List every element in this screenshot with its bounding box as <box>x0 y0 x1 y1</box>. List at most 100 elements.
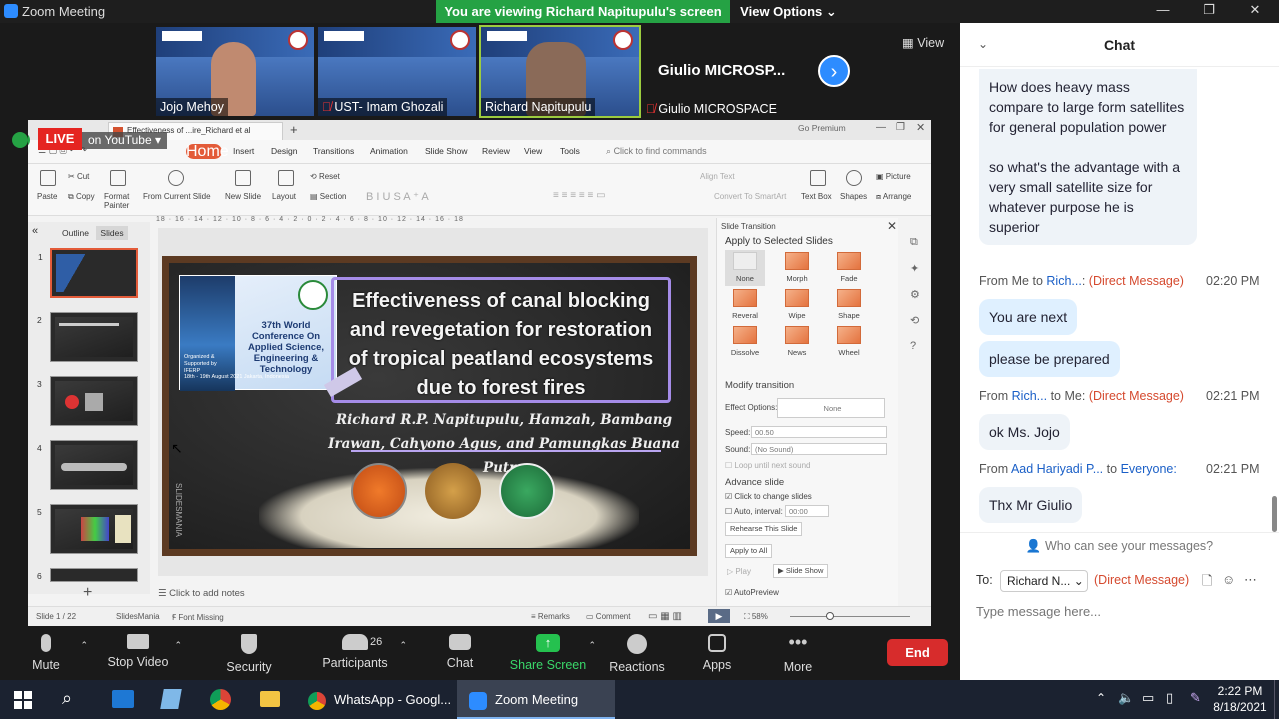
transition-wipe[interactable]: Wipe <box>777 287 817 323</box>
slide-show-button[interactable]: ▶ Slide Show <box>773 564 829 578</box>
reset-button[interactable]: ⟲ Reset <box>310 172 340 181</box>
live-on-youtube-button[interactable]: on YouTube ▾ <box>82 132 167 149</box>
tab-outline[interactable]: Outline <box>62 228 89 238</box>
current-slide[interactable]: 37th World Conference On Applied Science… <box>162 256 697 556</box>
section-button[interactable]: ▤ Section <box>310 192 346 201</box>
new-slide-icon[interactable] <box>235 170 251 186</box>
close-icon[interactable]: ✕ <box>1240 2 1270 20</box>
tab-view[interactable]: View <box>524 146 542 156</box>
end-meeting-button[interactable]: End <box>887 639 948 666</box>
text-box-icon[interactable] <box>810 170 826 186</box>
security-button[interactable]: Security <box>209 630 289 674</box>
zoom-slider-thumb[interactable] <box>826 612 834 620</box>
emoji-icon[interactable]: ☺ <box>1222 572 1235 587</box>
transition-morph[interactable]: Morph <box>777 250 817 286</box>
more-options-icon[interactable]: ⋯ <box>1244 572 1257 588</box>
arrange-button[interactable]: ⧈ Arrange <box>876 192 911 202</box>
rehearse-slide-button[interactable]: Rehearse This Slide <box>725 522 803 536</box>
apply-to-all-button[interactable]: Apply to All <box>725 544 773 558</box>
meta-sender[interactable]: Rich... <box>1046 274 1081 288</box>
click-change-checkbox[interactable]: ☑ Click to change slides <box>725 492 812 501</box>
tab-review[interactable]: Review <box>482 146 510 156</box>
minimize-icon[interactable]: — <box>876 122 886 133</box>
layout-icon[interactable] <box>278 170 294 186</box>
effect-options-select[interactable]: None <box>777 398 885 418</box>
transition-fade[interactable]: Fade <box>829 250 869 286</box>
chat-scrollbar[interactable] <box>1272 496 1277 532</box>
find-commands-search[interactable]: ⌕ Click to find commands <box>606 146 707 157</box>
battery-icon[interactable]: ▯ <box>1166 690 1173 706</box>
remarks-button[interactable]: ≡ Remarks <box>531 612 570 621</box>
tab-design[interactable]: Design <box>271 146 297 156</box>
reactions-button[interactable]: Reactions <box>597 630 677 674</box>
paragraph-buttons[interactable]: ≡ ≡ ≡ ≡ ≡ ▭ <box>553 190 606 201</box>
comment-button[interactable]: ▭ Comment <box>586 612 630 621</box>
auto-interval-input[interactable]: 00:00 <box>785 505 829 517</box>
meta-sender[interactable]: Rich... <box>1012 389 1047 403</box>
recipient-select[interactable]: Richard N... ⌄ <box>1000 570 1088 592</box>
pen-icon[interactable]: ✎ <box>1190 690 1201 706</box>
go-premium-button[interactable]: Go Premium <box>798 123 846 133</box>
chevron-up-icon[interactable]: ⌃ <box>80 640 88 651</box>
tab-slide-show[interactable]: Slide Show <box>425 146 468 156</box>
slide-thumbnail[interactable]: 3 <box>37 376 138 426</box>
apps-button[interactable]: Apps <box>677 630 757 672</box>
video-tile-richard[interactable]: Richard Napitupulu <box>479 25 641 118</box>
play-slideshow-icon[interactable]: ▶ <box>708 609 730 623</box>
new-tab-icon[interactable]: + <box>290 122 298 137</box>
meta-sender[interactable]: Aad Hariyadi P... <box>1011 462 1103 476</box>
zoom-slider[interactable] <box>790 616 910 617</box>
chevron-up-icon[interactable]: ⌃ <box>588 640 596 651</box>
show-desktop-button[interactable] <box>1274 680 1279 719</box>
settings-sliders-icon[interactable]: ⚙ <box>910 288 920 301</box>
close-icon[interactable]: ✕ <box>887 219 897 233</box>
format-painter-icon[interactable] <box>110 170 126 186</box>
file-icon[interactable]: 🗋 <box>1202 572 1212 594</box>
speed-input[interactable]: 00.50 <box>751 426 887 438</box>
add-slide-icon[interactable]: + <box>83 584 92 602</box>
slide-thumbnail[interactable]: 1 <box>38 248 138 298</box>
slide-thumbnail[interactable]: 2 <box>37 312 138 362</box>
taskbar-zoom-meeting[interactable]: Zoom Meeting <box>457 680 615 719</box>
transition-none[interactable]: None <box>725 250 765 286</box>
chat-button[interactable]: Chat <box>420 630 500 670</box>
transition-shape[interactable]: Shape <box>829 287 869 323</box>
tab-tools[interactable]: Tools <box>560 146 580 156</box>
convert-smartart-label[interactable]: Convert To SmartArt <box>714 192 786 201</box>
view-mode-buttons[interactable]: ▭ ▦ ▥ <box>648 611 682 622</box>
tab-insert[interactable]: Insert <box>233 146 254 156</box>
slide-thumbnail[interactable]: 6 <box>37 568 138 582</box>
search-icon[interactable]: ⌕ <box>62 688 72 709</box>
video-tile-imam[interactable]: 🎙̸ UST- Imam Ghozali <box>318 27 476 116</box>
transition-wheel[interactable]: Wheel <box>829 324 869 360</box>
transition-news[interactable]: News <box>777 324 817 360</box>
restore-icon[interactable]: ❐ <box>896 122 905 133</box>
chevron-up-icon[interactable]: ⌃ <box>174 640 182 651</box>
live-badge[interactable]: LIVE <box>38 128 82 150</box>
help-icon[interactable]: ? <box>910 340 916 352</box>
zoom-level[interactable]: ⛶ 58% <box>744 612 768 622</box>
share-screen-button[interactable]: ↑ Share Screen ⌃ <box>508 630 596 672</box>
shared-screen[interactable]: Effectiveness of ...ire_Richard et al + … <box>28 120 931 626</box>
sound-select[interactable]: (No Sound) <box>751 443 887 455</box>
taskbar-whatsapp-chrome[interactable]: WhatsApp - Googl... <box>302 680 452 719</box>
transition-reveral[interactable]: Reveral <box>725 287 765 323</box>
view-button[interactable]: ▦ View <box>902 35 944 50</box>
slide-thumbnail[interactable]: 5 <box>37 504 138 554</box>
close-icon[interactable]: ✕ <box>916 121 925 134</box>
restore-icon[interactable]: ❐ <box>1194 2 1224 20</box>
collapse-panel-icon[interactable]: « <box>32 225 38 237</box>
autopreview-checkbox[interactable]: ☑ AutoPreview <box>725 588 779 597</box>
who-can-see-link[interactable]: 👤 Who can see your messages? <box>960 539 1279 554</box>
loop-checkbox[interactable]: ☐ Loop until next sound <box>725 461 810 470</box>
paste-icon[interactable] <box>40 170 56 186</box>
view-options-button[interactable]: View Options ⌄ <box>736 0 841 23</box>
play-from-current-icon[interactable] <box>168 170 184 186</box>
chrome-icon[interactable] <box>210 689 231 710</box>
chevron-up-icon[interactable]: ⌃ <box>399 640 407 651</box>
volume-icon[interactable]: 🔈 <box>1118 690 1134 706</box>
chevron-up-icon[interactable]: ⌃ <box>1096 691 1106 705</box>
tab-slides[interactable]: Slides <box>96 226 128 240</box>
shapes-icon[interactable] <box>846 170 862 186</box>
transition-pane-icon[interactable]: ⧉ <box>910 236 918 249</box>
